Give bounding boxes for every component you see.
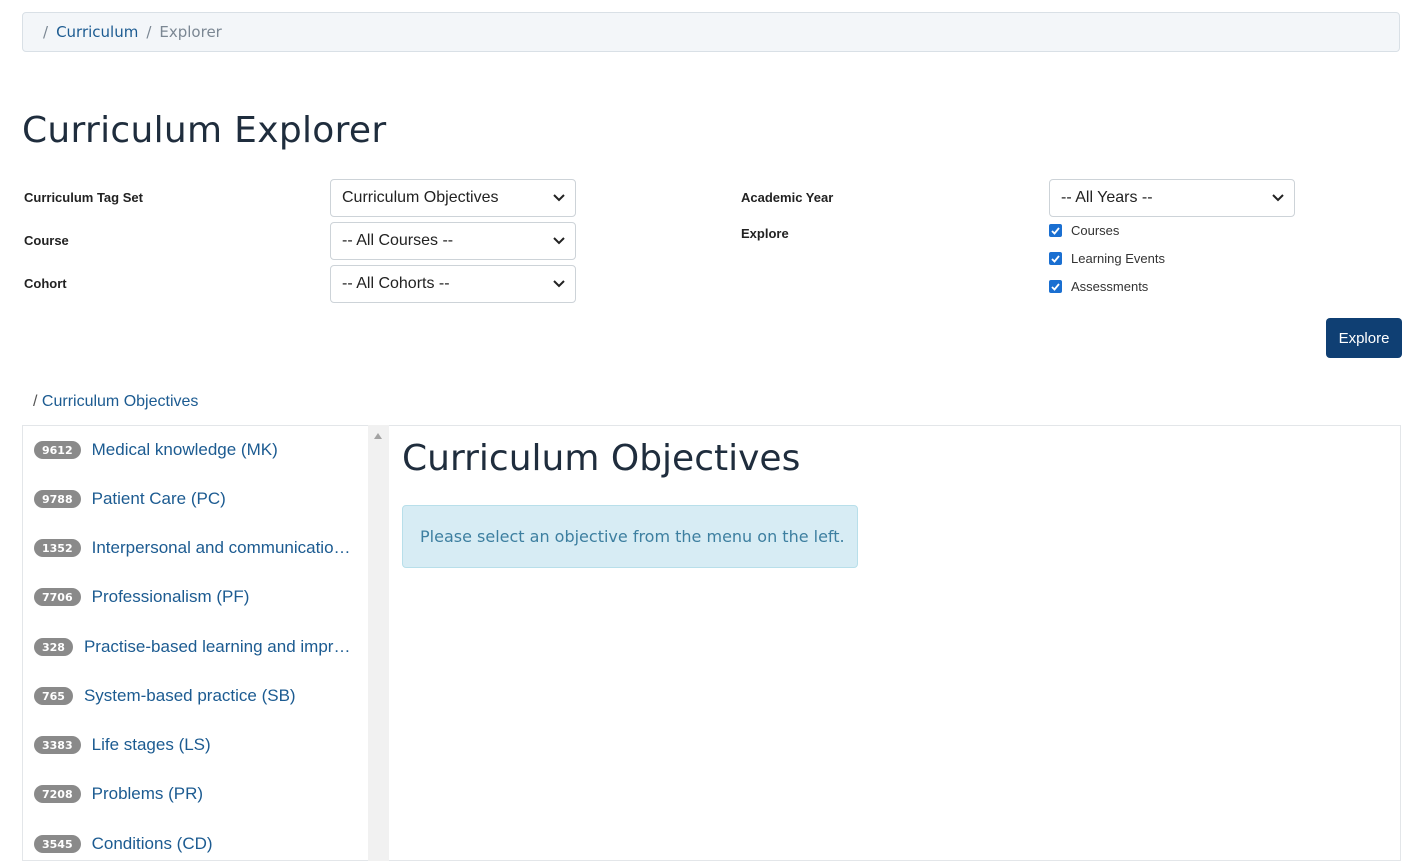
objective-item[interactable]: 765 System-based practice (SB) [34,686,296,706]
objective-item[interactable]: 3545 Conditions (CD) [34,834,213,854]
count-badge: 9612 [34,441,81,459]
page-title: Curriculum Explorer [22,110,387,151]
objective-label[interactable]: System-based practice (SB) [84,686,296,706]
count-badge: 3383 [34,736,81,754]
course-select[interactable]: -- All Courses -- [330,222,576,260]
objective-label[interactable]: Patient Care (PC) [92,489,226,509]
objective-item[interactable]: 9612 Medical knowledge (MK) [34,440,278,460]
scroll-up-arrow-icon[interactable] [374,433,382,439]
chevron-down-icon [1272,194,1284,202]
objective-label[interactable]: Professionalism (PF) [92,587,250,607]
count-badge: 9788 [34,490,81,508]
course-value: -- All Courses -- [342,232,454,249]
objective-item[interactable]: 9788 Patient Care (PC) [34,489,226,509]
objective-path: / Curriculum Objectives [33,393,198,411]
objective-label[interactable]: Problems (PR) [92,784,203,804]
breadcrumb: / Curriculum / Explorer [22,12,1400,52]
info-alert: Please select an objective from the menu… [402,505,858,568]
checkbox-label: Learning Events [1071,251,1165,266]
cohort-select[interactable]: -- All Cohorts -- [330,265,576,303]
count-badge: 1352 [34,539,81,557]
explore-label: Explore [741,226,789,241]
chevron-down-icon [553,237,565,245]
breadcrumb-current: Explorer [159,23,222,41]
course-label: Course [24,233,69,248]
checkbox-learning-events[interactable]: Learning Events [1049,251,1165,266]
objectives-scrollbar[interactable] [368,425,389,861]
checkbox-assessments[interactable]: Assessments [1049,279,1148,294]
checkbox-label: Assessments [1071,279,1149,294]
breadcrumb-link-curriculum[interactable]: Curriculum [56,23,138,41]
count-badge: 7208 [34,785,81,803]
objective-item[interactable]: 328 Practise-based learning and impro… [34,637,358,657]
objective-item[interactable]: 1352 Interpersonal and communication… [34,538,358,558]
count-badge: 3545 [34,835,81,853]
objective-label[interactable]: Medical knowledge (MK) [92,440,278,460]
checkbox-checked-icon[interactable] [1049,224,1062,237]
breadcrumb-separator: / [146,23,152,41]
count-badge: 328 [34,638,73,656]
checkbox-checked-icon[interactable] [1049,252,1062,265]
explore-button[interactable]: Explore [1326,318,1402,358]
objective-item[interactable]: 7706 Professionalism (PF) [34,587,249,607]
tag-set-label: Curriculum Tag Set [24,190,143,205]
objective-detail-panel [390,425,1401,861]
academic-year-label: Academic Year [741,190,834,205]
checkbox-checked-icon[interactable] [1049,280,1062,293]
cohort-label: Cohort [24,276,67,291]
objective-label[interactable]: Practise-based learning and impro… [84,637,358,657]
count-badge: 7706 [34,588,81,606]
tag-set-value: Curriculum Objectives [342,189,499,206]
checkbox-courses[interactable]: Courses [1049,223,1119,238]
tag-set-select[interactable]: Curriculum Objectives [330,179,576,217]
chevron-down-icon [553,194,565,202]
checkbox-label: Courses [1071,223,1120,238]
cohort-value: -- All Cohorts -- [342,275,450,292]
academic-year-select[interactable]: -- All Years -- [1049,179,1295,217]
objective-label[interactable]: Conditions (CD) [92,834,213,854]
count-badge: 765 [34,687,73,705]
academic-year-value: -- All Years -- [1061,189,1153,206]
path-separator: / [33,393,38,410]
breadcrumb-separator: / [43,23,49,41]
chevron-down-icon [553,280,565,288]
objective-item[interactable]: 7208 Problems (PR) [34,784,203,804]
path-link-curriculum-objectives[interactable]: Curriculum Objectives [42,393,198,410]
section-title: Curriculum Objectives [402,438,801,479]
objective-item[interactable]: 3383 Life stages (LS) [34,735,211,755]
objective-label[interactable]: Interpersonal and communication… [92,538,358,558]
objective-label[interactable]: Life stages (LS) [92,735,211,755]
